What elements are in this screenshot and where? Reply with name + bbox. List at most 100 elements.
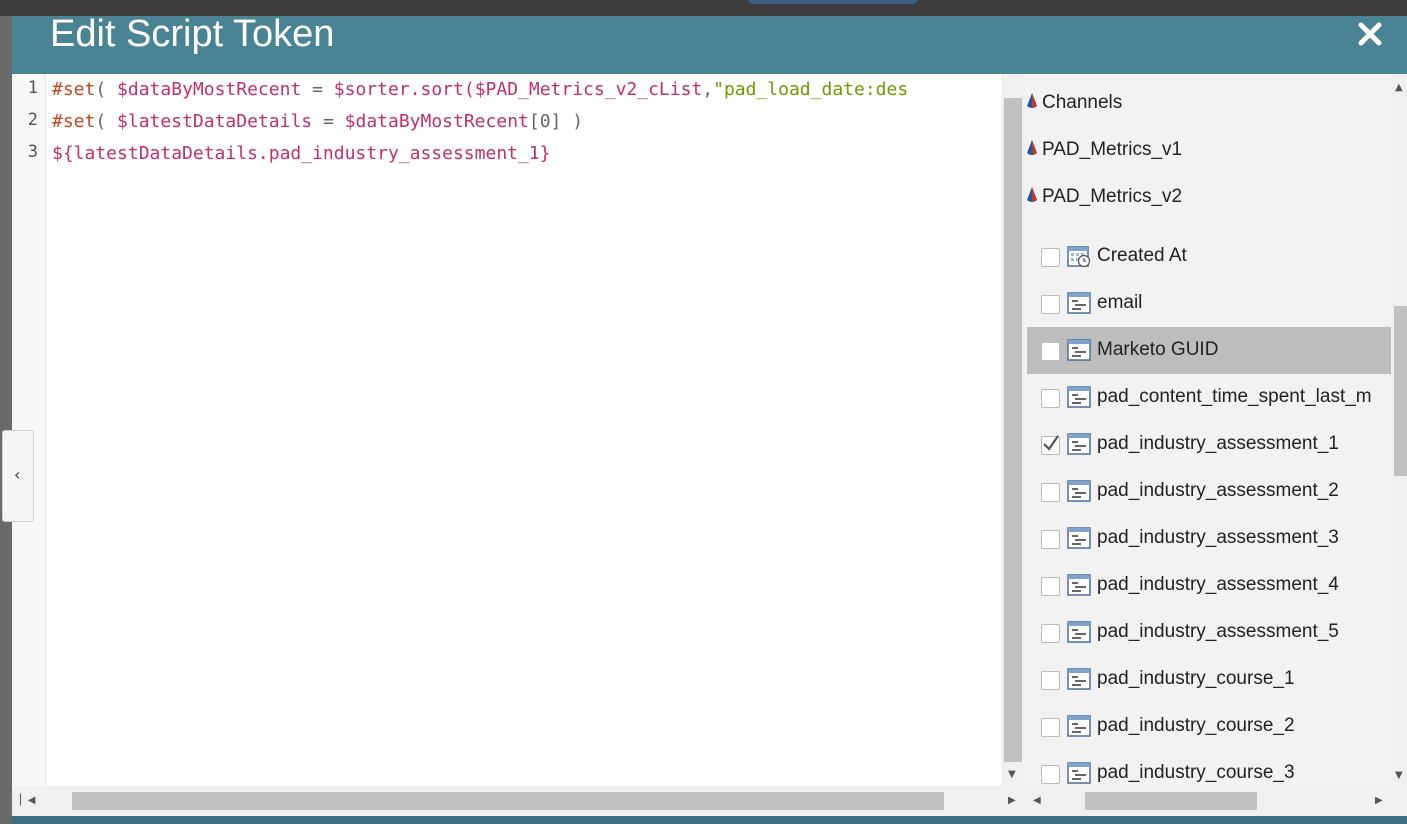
code-token: = xyxy=(301,79,334,100)
tree-field-row[interactable]: pad_industry_assessment_2 xyxy=(1027,468,1391,515)
code-token: ( xyxy=(95,79,118,100)
field-checkbox[interactable] xyxy=(1041,577,1060,596)
tree-field-row[interactable]: pad_industry_assessment_1 xyxy=(1027,421,1391,468)
field-checkbox[interactable] xyxy=(1041,248,1060,267)
code-token: $dataByMostRecent xyxy=(344,111,529,132)
field-checkbox[interactable] xyxy=(1041,624,1060,643)
tree-vertical-scroll-thumb[interactable] xyxy=(1394,306,1407,476)
code-token: "pad_load_date:des xyxy=(713,79,909,100)
code-token: $dataByMostRecent xyxy=(117,79,302,100)
edit-script-token-dialog: Edit Script Token 123 #set( $dataByMostR… xyxy=(12,13,1407,824)
tree-object-channels[interactable]: Channels xyxy=(1025,92,1122,114)
editor-horizontal-scroll-thumb[interactable] xyxy=(72,792,944,810)
tree-field-label: pad_industry_course_2 xyxy=(1097,715,1295,736)
code-token: ( xyxy=(95,111,118,132)
code-line[interactable]: #set( $dataByMostRecent = $sorter.sort($… xyxy=(52,78,908,102)
scroll-left-bar-icon[interactable]: ▏◀ xyxy=(20,795,35,807)
scroll-down-arrow-icon[interactable]: ▼ xyxy=(1395,770,1403,782)
field-checkbox[interactable] xyxy=(1041,389,1060,408)
field-icon xyxy=(1067,667,1091,691)
code-line[interactable]: ${latestDataDetails.pad_industry_assessm… xyxy=(52,142,551,166)
tree-field-label: Created At xyxy=(1097,245,1187,266)
code-token: $latestDataDetails xyxy=(117,111,313,132)
tree-object-label: PAD_Metrics_v1 xyxy=(1042,139,1183,160)
tree-field-row[interactable]: pad_industry_assessment_3 xyxy=(1027,515,1391,562)
calendar-icon xyxy=(1067,244,1091,268)
tree-field-label: pad_industry_assessment_2 xyxy=(1097,480,1339,501)
tree-vertical-scrollbar[interactable]: ▲ ▼ xyxy=(1392,74,1407,786)
tree-field-row[interactable]: pad_industry_course_1 xyxy=(1027,656,1391,703)
code-token: #set xyxy=(52,79,96,100)
background-edge xyxy=(0,16,12,824)
scroll-right-arrow-icon[interactable]: ▶ xyxy=(1375,795,1383,807)
field-icon xyxy=(1067,338,1091,362)
field-checkbox[interactable] xyxy=(1041,671,1060,690)
tree-object-pad-metrics-v1[interactable]: PAD_Metrics_v1 xyxy=(1025,139,1182,161)
tree-object-label: PAD_Metrics_v2 xyxy=(1042,186,1183,207)
tree-field-label: pad_industry_assessment_3 xyxy=(1097,527,1339,548)
field-checkbox[interactable] xyxy=(1041,295,1060,314)
scroll-right-arrow-icon[interactable]: ▶ xyxy=(1008,795,1016,807)
tree-field-label: Marketo GUID xyxy=(1097,339,1219,360)
tree-field-label: pad_industry_assessment_4 xyxy=(1097,574,1339,595)
tree-field-row[interactable]: pad_industry_assessment_5 xyxy=(1027,609,1391,656)
scroll-left-arrow-icon[interactable]: ◀ xyxy=(1033,795,1041,807)
tree-field-row[interactable]: Created At xyxy=(1027,233,1391,280)
custom-object-icon xyxy=(1025,92,1042,113)
checkmark-icon xyxy=(1043,435,1059,451)
editor-vertical-scrollbar[interactable]: ▼ xyxy=(1001,74,1025,786)
code-token: [0] ) xyxy=(528,111,584,132)
field-checkbox[interactable] xyxy=(1041,342,1060,361)
line-number: 2 xyxy=(27,110,38,130)
code-token: = xyxy=(312,111,345,132)
field-icon xyxy=(1067,432,1091,456)
field-icon xyxy=(1067,573,1091,597)
tree-object-pad-metrics-v2[interactable]: PAD_Metrics_v2 xyxy=(1025,186,1182,208)
tree-field-label: pad_content_time_spent_last_m xyxy=(1097,386,1372,407)
scroll-down-arrow-icon[interactable]: ▼ xyxy=(1008,769,1016,781)
field-checkbox[interactable] xyxy=(1041,718,1060,737)
tree-field-row[interactable]: Marketo GUID xyxy=(1027,327,1391,374)
field-tree-panel: Channels PAD_Metrics_v1 PAD_Metrics_v2 Crea… xyxy=(1025,74,1407,816)
dialog-title: Edit Script Token xyxy=(50,13,335,55)
scroll-up-arrow-icon[interactable]: ▲ xyxy=(1395,82,1403,94)
close-icon[interactable] xyxy=(1357,21,1383,47)
field-checkbox[interactable] xyxy=(1041,435,1060,455)
field-icon xyxy=(1067,291,1091,315)
collapse-panel-button[interactable]: ‹ xyxy=(2,430,34,522)
code-token: #set xyxy=(52,111,96,132)
code-token: ${latestDataDetails.pad_industry_assessm… xyxy=(52,143,551,164)
custom-object-icon xyxy=(1025,139,1042,160)
editor-vertical-scroll-thumb[interactable] xyxy=(1004,98,1022,762)
tree-field-row[interactable]: email xyxy=(1027,280,1391,327)
tree-object-label: Channels xyxy=(1042,92,1123,113)
line-number: 1 xyxy=(27,78,38,98)
editor-horizontal-scrollbar[interactable]: ▏◀ ▶ xyxy=(12,786,1025,816)
tree-field-row[interactable]: pad_content_time_spent_last_m xyxy=(1027,374,1391,421)
tree-horizontal-scrollbar[interactable]: ◀ ▶ xyxy=(1025,786,1407,816)
field-checkbox[interactable] xyxy=(1041,483,1060,502)
dialog-bottom-bar xyxy=(12,816,1407,824)
field-icon xyxy=(1067,714,1091,738)
code-token: $PAD_Metrics_v2_cList xyxy=(474,79,703,100)
code-editor[interactable]: 123 #set( $dataByMostRecent = $sorter.so… xyxy=(12,74,1025,816)
tree-field-row[interactable]: pad_industry_course_2 xyxy=(1027,703,1391,750)
top-tab-pill xyxy=(748,0,918,4)
field-icon xyxy=(1067,526,1091,550)
tree-field-label: pad_industry_course_3 xyxy=(1097,762,1295,783)
line-number: 3 xyxy=(27,142,38,162)
tree-field-label: email xyxy=(1097,292,1143,313)
field-checkbox[interactable] xyxy=(1041,530,1060,549)
field-icon xyxy=(1067,479,1091,503)
code-token: , xyxy=(702,79,714,100)
field-icon xyxy=(1067,385,1091,409)
custom-object-icon xyxy=(1025,186,1042,207)
field-icon xyxy=(1067,620,1091,644)
code-token: $sorter.sort( xyxy=(333,79,475,100)
tree-horizontal-scroll-thumb[interactable] xyxy=(1085,792,1257,810)
tree-field-label: pad_industry_assessment_5 xyxy=(1097,621,1339,642)
tree-field-row[interactable]: pad_industry_assessment_4 xyxy=(1027,562,1391,609)
field-checkbox[interactable] xyxy=(1041,765,1060,784)
tree-field-label: pad_industry_assessment_1 xyxy=(1097,433,1339,454)
code-line[interactable]: #set( $latestDataDetails = $dataByMostRe… xyxy=(52,110,583,134)
